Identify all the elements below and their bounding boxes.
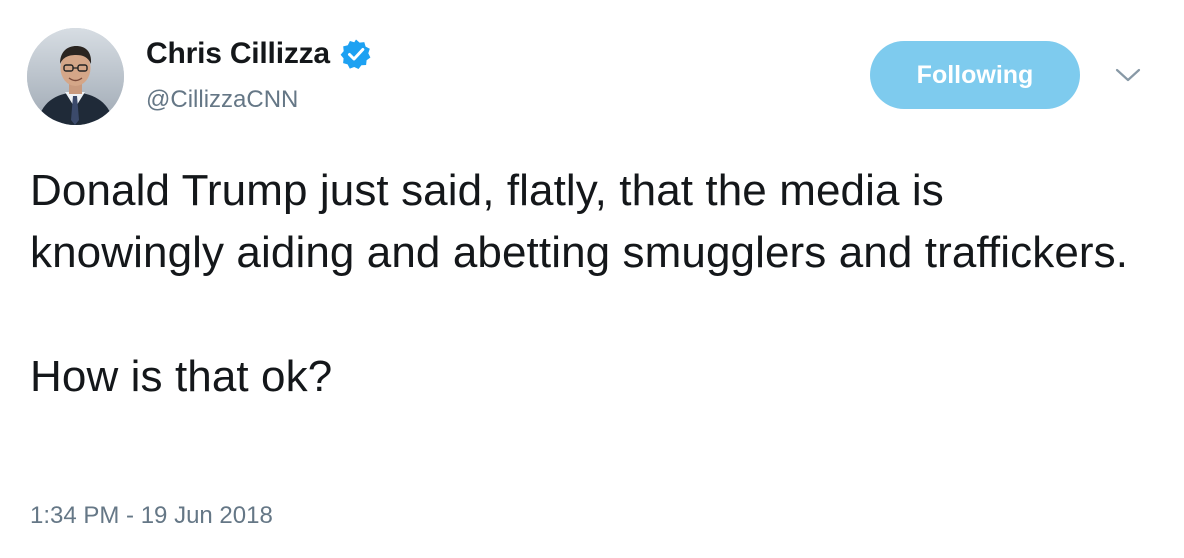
tweet-card: Chris Cillizza @CillizzaCNN Following Do… (0, 0, 1184, 558)
following-button[interactable]: Following (870, 41, 1080, 109)
avatar-photo (27, 28, 124, 125)
avatar[interactable] (27, 28, 124, 125)
tweet-text: Donald Trump just said, flatly, that the… (30, 160, 1150, 408)
author-display-name[interactable]: Chris Cillizza (146, 37, 330, 71)
tweet-paragraph: How is that ok? (30, 352, 333, 401)
author-name-row: Chris Cillizza (146, 36, 372, 72)
tweet-paragraph: Donald Trump just said, flatly, that the… (30, 166, 1129, 277)
chevron-down-icon[interactable] (1113, 63, 1143, 87)
author-handle[interactable]: @CillizzaCNN (146, 86, 298, 114)
verified-badge-icon (340, 38, 372, 70)
tweet-timestamp[interactable]: 1:34 PM - 19 Jun 2018 (30, 502, 273, 530)
